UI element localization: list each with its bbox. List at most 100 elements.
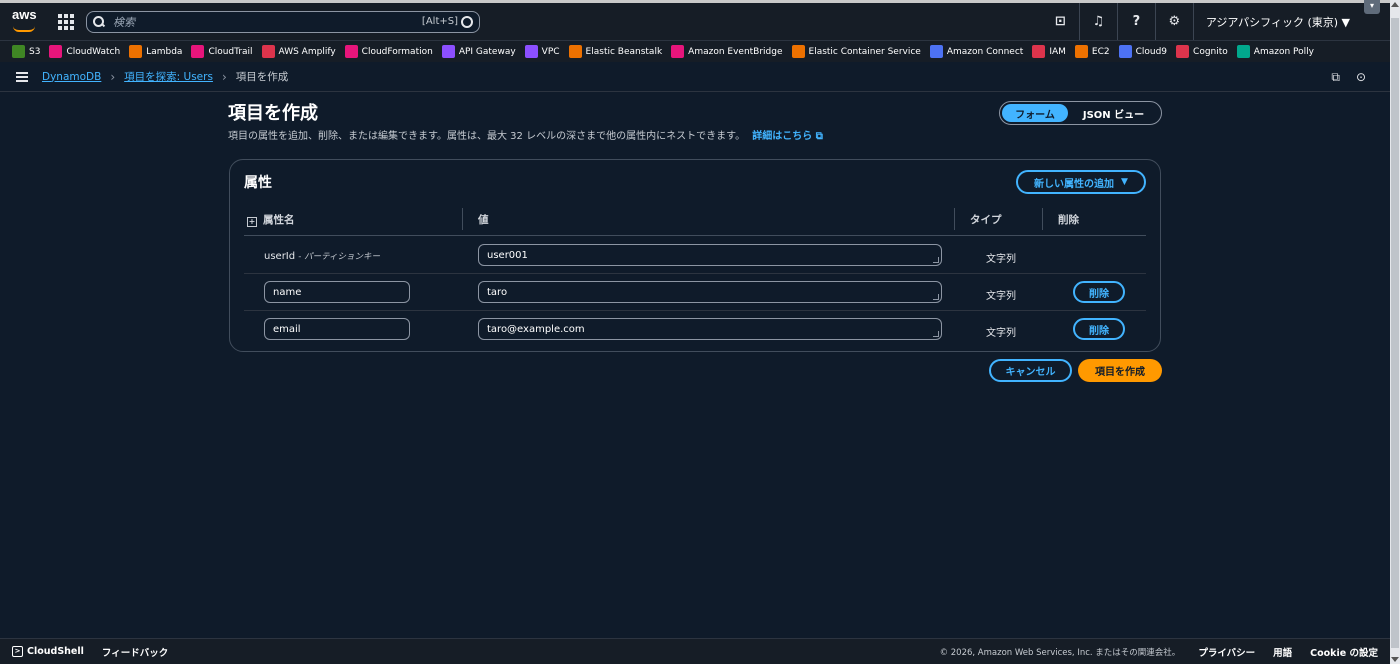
breadcrumb-current: 項目を作成 [235,71,289,83]
attribute-name-input[interactable]: email [264,318,410,340]
service-icon [791,45,805,58]
help-icon[interactable]: ? [1118,3,1156,40]
chevron-right-icon: › [221,69,227,84]
form-view-button[interactable]: フォーム [1002,104,1068,122]
service-icon [1032,45,1046,58]
page-title: 項目を作成 [228,103,318,124]
favorite-item[interactable]: API Gateway [441,45,516,58]
scrollbar-thumb[interactable] [1391,18,1399,648]
cookie-settings-link[interactable]: Cookie の設定 [1310,645,1378,659]
service-icon [568,45,582,58]
favorite-item[interactable]: Cognito [1176,45,1228,58]
privacy-link[interactable]: プライバシー [1198,645,1255,659]
table-row: email taro@example.com 文字列 削除 [244,311,1146,348]
favorite-item[interactable]: Elastic Container Service [791,45,921,58]
service-icon [671,45,685,58]
gear-icon[interactable]: ⚙ [1156,3,1194,40]
attribute-value-input[interactable]: taro@example.com [478,318,942,340]
expand-icon[interactable]: + [247,217,257,227]
delete-attribute-button[interactable]: 削除 [1073,281,1125,303]
search-input[interactable]: 検索 [Alt+S] [86,10,480,33]
breadcrumb-bar: DynamoDB › 項目を探索: Users › 項目を作成 ⧉ ⊙ [0,62,1390,92]
resize-handle-icon[interactable] [933,331,939,337]
cloudshell-button[interactable]: > CloudShell [12,646,84,657]
service-icon [12,45,25,58]
service-icon [1176,45,1190,58]
breadcrumb-dynamodb[interactable]: DynamoDB [42,71,101,83]
copyright-text: © 2026, Amazon Web Services, Inc. またはその関… [939,647,1181,658]
favorite-item[interactable]: Cloud9 [1118,45,1167,58]
favorite-item[interactable]: IAM [1032,45,1066,58]
cloudshell-icon[interactable]: ⊡ [1042,3,1080,40]
search-icon [93,15,105,28]
column-value: 値 [478,214,489,226]
resize-handle-icon[interactable] [933,294,939,300]
region-selector[interactable]: アジアパシフィック (東京) ▼ [1194,14,1350,30]
cancel-button[interactable]: キャンセル [989,359,1072,382]
service-icon [191,45,205,58]
aws-logo[interactable]: aws [0,8,46,34]
service-icon [1236,45,1250,58]
services-grid-icon[interactable] [58,13,74,30]
column-type: タイプ [970,214,1002,226]
menu-icon[interactable] [16,71,28,82]
dropdown-toggle-icon[interactable]: ▾ [1364,0,1380,14]
attribute-name-static: userId - パーティションキー [264,251,381,262]
attribute-type: 文字列 [986,328,1016,339]
learn-more-link[interactable]: 詳細はこちら ⧉ [752,131,823,142]
keyboard-shortcut-icon [461,15,473,28]
favorite-item[interactable]: S3 [12,45,40,58]
page-description: 項目の属性を追加、削除、または編集できます。属性は、最大 32 レベルの深さまで… [228,131,823,142]
terminal-icon: > [12,646,23,657]
bell-icon[interactable]: ♫ [1080,3,1118,40]
table-row: name taro 文字列 削除 [244,274,1146,311]
service-icon [1118,45,1132,58]
favorite-item[interactable]: CloudFormation [344,45,433,58]
delete-attribute-button[interactable]: 削除 [1073,318,1125,340]
favorite-item[interactable]: Elastic Beanstalk [568,45,662,58]
attribute-value-input[interactable]: user001 [478,244,942,266]
top-nav-utilities: ⊡ ♫ ? ⚙ アジアパシフィック (東京) ▼ [1042,3,1350,40]
resize-handle-icon[interactable] [933,257,939,263]
favorite-item[interactable]: Amazon EventBridge [671,45,783,58]
footer: > CloudShell フィードバック © 2026, Amazon Web S… [0,638,1390,664]
attributes-title: 属性 [244,175,272,191]
favorites-bar: S3 CloudWatch Lambda CloudTrail AWS Amplify C… [0,40,1390,62]
service-icon [129,45,143,58]
favorite-item[interactable]: Amazon Connect [929,45,1023,58]
attribute-name-input[interactable]: name [264,281,410,303]
breadcrumb-explore-users[interactable]: 項目を探索: Users [124,69,213,84]
favorite-item[interactable]: EC2 [1074,45,1110,58]
favorite-item[interactable]: CloudWatch [49,45,120,58]
page-scrollbar[interactable] [1390,0,1400,664]
attribute-type: 文字列 [986,254,1016,265]
favorite-item[interactable]: Amazon Polly [1236,45,1314,58]
chevron-right-icon: › [110,69,116,84]
service-icon [49,45,63,58]
json-view-button[interactable]: JSON ビュー [1068,106,1159,121]
service-icon [524,45,538,58]
attributes-panel: 属性 新しい属性の追加 ▼ + 属性名 値 タイプ 削除 userId - パーテ… [229,159,1161,352]
service-icon [261,45,275,58]
create-item-button[interactable]: 項目を作成 [1078,359,1162,382]
notifications-panel-icon[interactable]: ⧉ [1331,70,1340,85]
settings-panel-icon[interactable]: ⊙ [1356,70,1366,85]
favorite-item[interactable]: Lambda [129,45,182,58]
attribute-type: 文字列 [986,291,1016,302]
favorite-item[interactable]: VPC [524,45,560,58]
column-delete: 削除 [1058,214,1079,226]
view-toggle: フォーム JSON ビュー [999,101,1162,125]
scroll-down-icon[interactable] [1391,657,1399,662]
scroll-up-icon[interactable] [1391,2,1399,7]
terms-link[interactable]: 用語 [1273,645,1292,659]
attributes-table-header: + 属性名 値 タイプ 削除 [244,202,1146,236]
external-link-icon: ⧉ [815,131,823,142]
favorite-item[interactable]: CloudTrail [191,45,253,58]
caret-down-icon: ▼ [1121,177,1128,187]
favorite-item[interactable]: AWS Amplify [261,45,336,58]
table-row: userId - パーティションキー user001 文字列 [244,237,1146,274]
add-attribute-button[interactable]: 新しい属性の追加 ▼ [1016,170,1146,194]
attribute-value-input[interactable]: taro [478,281,942,303]
feedback-link[interactable]: フィードバック [102,645,168,659]
aws-smile-icon [13,26,35,32]
